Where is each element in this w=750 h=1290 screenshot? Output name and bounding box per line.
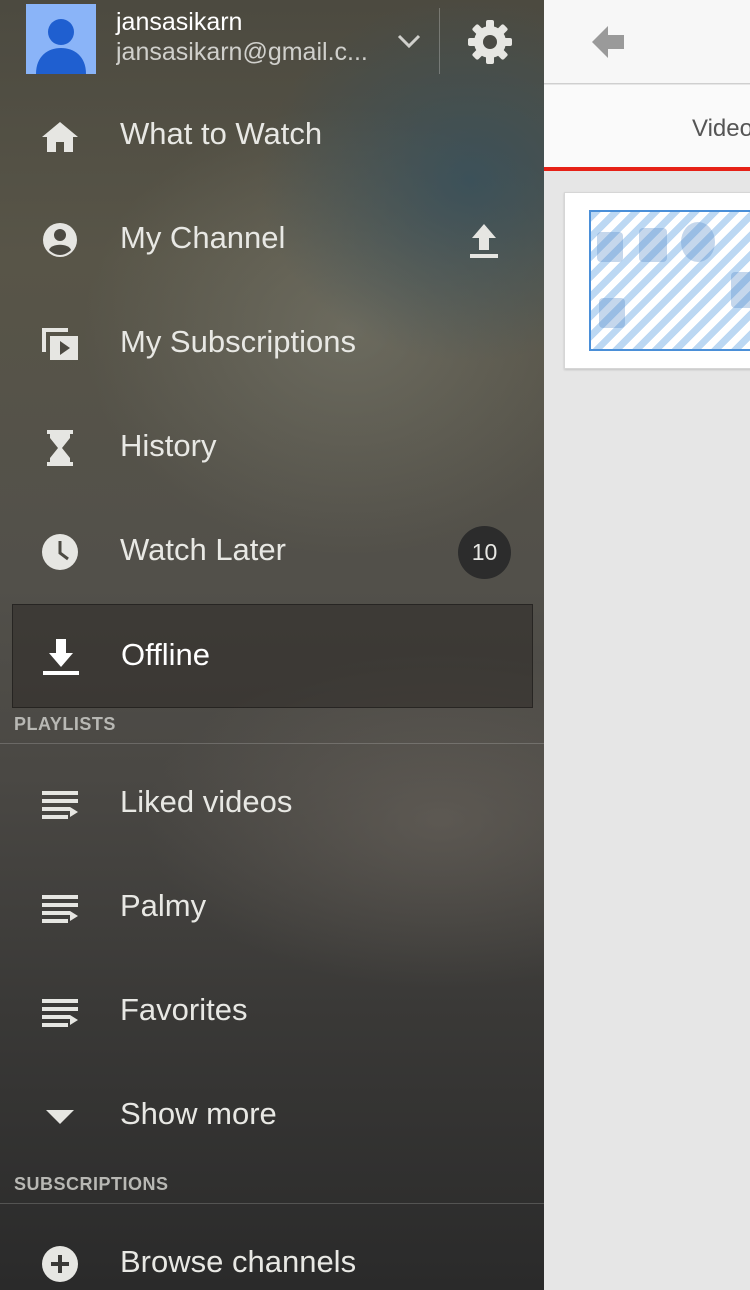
download-icon — [43, 639, 79, 675]
hourglass-icon — [47, 430, 73, 466]
menu-item-label: Liked videos — [120, 784, 293, 819]
tab-videos[interactable]: Videos — [692, 115, 750, 143]
upload-icon[interactable] — [462, 218, 506, 262]
playlist-icon — [42, 999, 78, 1027]
menu-item-label: Palmy — [120, 888, 207, 923]
tab-bar: Videos — [544, 85, 750, 171]
video-card[interactable] — [564, 192, 750, 369]
account-email: jansasikarn@gmail.c... — [116, 38, 368, 66]
menu-item-what-to-watch[interactable]: What to Watch — [0, 84, 544, 188]
menu-item-label: Browse channels — [120, 1244, 357, 1279]
show-more-item[interactable]: Show more — [0, 1064, 544, 1168]
gear-icon[interactable] — [466, 18, 514, 66]
section-title: PLAYLISTS — [14, 714, 116, 734]
section-title: SUBSCRIPTIONS — [14, 1174, 169, 1194]
caret-down-icon — [46, 1110, 74, 1124]
playlist-item-favorites[interactable]: Favorites — [0, 960, 544, 1064]
header-divider — [439, 8, 440, 74]
subscriptions-icon — [42, 328, 78, 360]
account-circle-icon — [43, 223, 77, 257]
menu-item-label: What to Watch — [120, 116, 323, 151]
menu-item-label: Watch Later — [120, 532, 286, 567]
menu-item-label: Offline — [121, 637, 211, 672]
playlist-icon — [42, 791, 78, 819]
app-bar — [544, 0, 750, 84]
add-circle-icon — [42, 1246, 78, 1282]
subscriptions-section-header: SUBSCRIPTIONS — [0, 1164, 544, 1204]
chevron-down-icon[interactable] — [394, 26, 424, 56]
menu-item-my-subscriptions[interactable]: My Subscriptions — [0, 292, 544, 396]
count-badge: 10 — [458, 526, 511, 579]
menu-item-offline[interactable]: Offline — [12, 604, 533, 708]
menu-item-history[interactable]: History — [0, 396, 544, 500]
navigation-drawer: jansasikarn jansasikarn@gmail.c... What … — [0, 0, 544, 1290]
video-thumbnail[interactable] — [589, 210, 750, 351]
menu-item-label: My Channel — [120, 220, 286, 255]
back-arrow-icon[interactable] — [588, 22, 628, 62]
menu-item-label: Favorites — [120, 992, 248, 1027]
avatar[interactable] — [26, 4, 96, 74]
default-avatar-icon — [26, 4, 96, 74]
playlist-icon — [42, 895, 78, 923]
account-name: jansasikarn — [116, 8, 243, 36]
menu-item-label: History — [120, 428, 217, 463]
menu-item-label: My Subscriptions — [120, 324, 357, 359]
menu-item-label: Show more — [120, 1096, 277, 1131]
home-icon — [42, 122, 78, 152]
playlist-item-liked-videos[interactable]: Liked videos — [0, 752, 544, 856]
playlists-section-header: PLAYLISTS — [0, 704, 544, 744]
clock-icon — [42, 534, 78, 570]
main-content: Videos — [544, 0, 750, 1290]
playlist-item-palmy[interactable]: Palmy — [0, 856, 544, 960]
browse-channels-item[interactable]: Browse channels — [0, 1212, 544, 1290]
account-header: jansasikarn jansasikarn@gmail.c... — [0, 0, 544, 82]
menu-item-watch-later[interactable]: Watch Later 10 — [0, 500, 544, 604]
menu-item-my-channel[interactable]: My Channel — [0, 188, 544, 292]
